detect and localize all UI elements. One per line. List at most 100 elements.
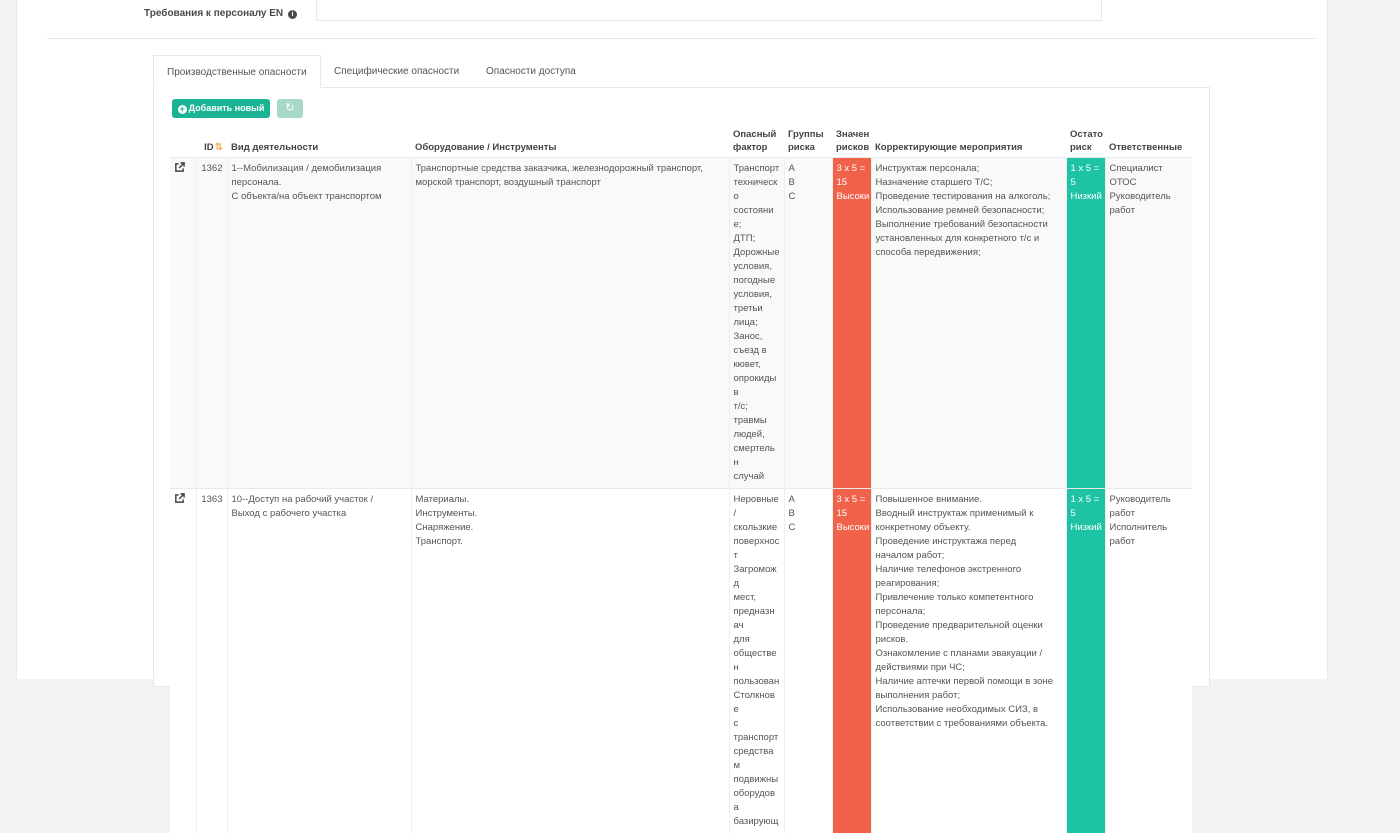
hazard-factor-cell-line: Занос, <box>734 330 780 344</box>
measures-cell-line: Вводный инструктаж применимый к <box>876 507 1062 521</box>
hazard-factor-cell-line: погодные <box>734 274 780 288</box>
hazard-factor-cell-line: поверхност <box>734 535 780 563</box>
measures-cell-line: Проведение инструктажа перед <box>876 535 1062 549</box>
table-header-row: ID⇅ Вид деятельности Оборудование / Инст… <box>170 124 1192 158</box>
hazard-factor-cell-line: условия, <box>734 288 780 302</box>
risk-value-badge: 3 x 5 =15Высоки <box>832 158 871 489</box>
responsible-cell-line: работ <box>1110 535 1189 549</box>
risk-value-badge-line: 3 x 5 = <box>837 493 867 507</box>
responsible-cell-line: работ <box>1110 507 1189 521</box>
activity-cell-line: 10--Доступ на рабочий участок / <box>232 493 407 507</box>
residual-risk-badge-line: 5 <box>1071 176 1101 190</box>
hazard-factor-cell: Транспорттехническосостояние;ДТП;Дорожны… <box>729 158 784 489</box>
hazard-factor-cell: Неровные/скользкиеповерхностЗагромождмес… <box>729 489 784 833</box>
refresh-button[interactable]: ↻ <box>277 99 303 118</box>
col-header-equipment[interactable]: Оборудование / Инструменты <box>411 124 729 158</box>
measures-cell: Повышенное внимание.Вводный инструктаж п… <box>871 489 1066 833</box>
activity-cell-line: С объекта/на объект транспортом <box>232 190 407 204</box>
hazard-factor-cell-line: случай <box>734 470 780 484</box>
info-icon[interactable]: i <box>288 10 297 19</box>
hazard-factor-cell-line: состояние; <box>734 204 780 232</box>
row-actions <box>170 158 196 489</box>
col-header-responsible[interactable]: Ответственные <box>1105 124 1192 158</box>
hazard-factor-cell-line: для <box>734 633 780 647</box>
risk-groups-cell-line: B <box>789 176 828 190</box>
risk-groups-cell-line: C <box>789 190 828 204</box>
hazard-factor-cell-line: третьи <box>734 302 780 316</box>
col-header-risk-groups[interactable]: Группыриска <box>784 124 832 158</box>
residual-risk-badge-line: Низкий <box>1071 521 1101 535</box>
risk-value-badge-line: 15 <box>837 176 867 190</box>
hazard-factor-cell-line: травмы <box>734 414 780 428</box>
residual-risk-badge: 1 x 5 =5Низкий <box>1066 489 1105 833</box>
hazards-table: ID⇅ Вид деятельности Оборудование / Инст… <box>170 124 1192 833</box>
measures-cell-line: началом работ; <box>876 549 1062 563</box>
measures-cell-line: Наличие аптечки первой помощи в зоне <box>876 675 1062 689</box>
col-header-id[interactable]: ID⇅ <box>196 124 227 158</box>
measures-cell-line: действиями при ЧС; <box>876 661 1062 675</box>
hazard-factor-cell-line: условия, <box>734 260 780 274</box>
tab-production-hazards[interactable]: Производственные опасности <box>153 55 321 88</box>
measures-cell-line: реагирования; <box>876 577 1062 591</box>
add-new-button[interactable]: +Добавить новый <box>172 99 270 118</box>
col-header-risk-value[interactable]: Значенрисков <box>832 124 871 158</box>
hazard-factor-cell-line: опрокидыв <box>734 372 780 400</box>
hazard-factor-cell-line: Загроможд <box>734 563 780 591</box>
personnel-requirements-en-label: Требования к персоналу EN i <box>144 8 297 19</box>
row-actions <box>170 489 196 833</box>
equipment-cell-line: Материалы. <box>416 493 725 507</box>
plus-circle-icon: + <box>178 105 187 114</box>
equipment-cell-line: Транспорт. <box>416 535 725 549</box>
responsible-cell-line: Специалист <box>1110 162 1189 176</box>
col-header-residual-risk[interactable]: Остаториск <box>1066 124 1105 158</box>
risk-groups-cell-line: A <box>789 162 828 176</box>
sort-ascending-icon[interactable]: ⇅ <box>215 142 223 153</box>
col-header-measures[interactable]: Корректирующие мероприятия <box>871 124 1066 158</box>
hazard-factor-cell-line: оборудова <box>734 787 780 815</box>
responsible-cell-line: Исполнитель <box>1110 521 1189 535</box>
risk-groups-cell: ABC <box>784 489 832 833</box>
responsible-cell-line: работ <box>1110 204 1189 218</box>
risk-value-badge-line: Высоки <box>837 190 867 204</box>
open-external-icon[interactable] <box>174 162 192 173</box>
personnel-requirements-en-row: Требования к персоналу EN i <box>17 0 1329 38</box>
risk-groups-cell-line: B <box>789 507 828 521</box>
hazard-factor-cell-line: скользкие <box>734 521 780 535</box>
measures-cell-line: способа передвижения; <box>876 246 1062 260</box>
risk-groups-cell-line: A <box>789 493 828 507</box>
table-row: 136310--Доступ на рабочий участок /Выход… <box>170 489 1192 833</box>
tab-access-hazards[interactable]: Опасности доступа <box>473 55 589 88</box>
personnel-requirements-en-input[interactable] <box>316 0 1102 21</box>
hazard-factor-cell-line: Дорожные <box>734 246 780 260</box>
hazard-factor-cell-line: с <box>734 717 780 731</box>
equipment-cell-line: морской транспорт, воздушный транспорт <box>416 176 725 190</box>
hazard-factor-cell-line: средствам <box>734 745 780 773</box>
form-card: Требования к персоналу EN i Производстве… <box>16 0 1328 679</box>
risk-value-badge-line: 3 x 5 = <box>837 162 867 176</box>
hazard-factor-cell-line: лица; <box>734 316 780 330</box>
table-row: 13621--Мобилизация / демобилизацияперсон… <box>170 158 1192 489</box>
risk-value-badge-line: Высоки <box>837 521 867 535</box>
col-header-activity[interactable]: Вид деятельности <box>227 124 411 158</box>
measures-cell: Инструктаж персонала;Назначение старшего… <box>871 158 1066 489</box>
open-external-icon[interactable] <box>174 493 192 504</box>
measures-cell-line: Наличие телефонов экстренного <box>876 563 1062 577</box>
responsible-cell: РуководительработИсполнительработ <box>1105 489 1192 833</box>
activity-cell-line: 1--Мобилизация / демобилизация <box>232 162 407 176</box>
measures-cell-line: Назначение старшего Т/С; <box>876 176 1062 190</box>
tab-specific-hazards[interactable]: Специфические опасности <box>321 55 472 88</box>
hazard-factor-cell-line: мест, <box>734 591 780 605</box>
equipment-cell-line: Снаряжение. <box>416 521 725 535</box>
residual-risk-badge-line: 5 <box>1071 507 1101 521</box>
measures-cell-line: Инструктаж персонала; <box>876 162 1062 176</box>
col-header-actions <box>170 124 196 158</box>
responsible-cell-line: Руководитель <box>1110 190 1189 204</box>
measures-cell-line: соответствии с требованиями объекта. <box>876 717 1062 731</box>
residual-risk-badge-line: Низкий <box>1071 190 1101 204</box>
hazard-factor-cell-line: людей, <box>734 428 780 442</box>
hazard-factor-cell-line: пользован <box>734 675 780 689</box>
measures-cell-line: установленных для конкретного т/с и <box>876 232 1062 246</box>
residual-risk-badge-line: 1 x 5 = <box>1071 162 1101 176</box>
col-header-hazard[interactable]: Опасныйфактор <box>729 124 784 158</box>
risk-value-badge-line: 15 <box>837 507 867 521</box>
